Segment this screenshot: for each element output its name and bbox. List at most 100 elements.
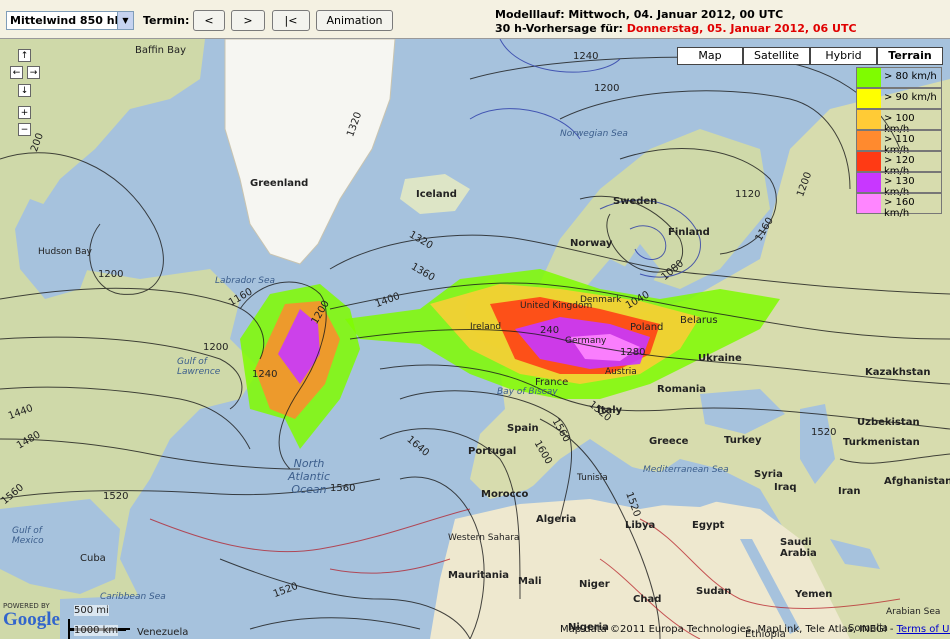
forecast-prefix: 30 h-Vorhersage für: bbox=[495, 22, 623, 35]
place-label: Tunisia bbox=[577, 473, 608, 483]
map-type-terrain[interactable]: Terrain bbox=[877, 47, 943, 65]
legend-row: > 90 km/h bbox=[856, 88, 942, 109]
legend-swatch bbox=[857, 194, 881, 213]
level-select[interactable]: Mittelwind 850 hPa ▼ bbox=[6, 11, 134, 30]
place-label: Chad bbox=[633, 594, 662, 605]
first-button[interactable]: |< bbox=[272, 10, 310, 31]
map-type-hybrid[interactable]: Hybrid bbox=[810, 47, 877, 65]
pan-down-button[interactable]: ↓ bbox=[18, 84, 31, 97]
forecast-date: Donnerstag, 05. Januar 2012, 06 UTC bbox=[626, 22, 857, 35]
place-label: Spain bbox=[507, 423, 539, 434]
next-button[interactable]: > bbox=[231, 10, 265, 31]
legend-swatch bbox=[857, 131, 881, 150]
place-label: Poland bbox=[630, 322, 664, 333]
legend-swatch bbox=[857, 110, 881, 129]
place-label: Ireland bbox=[470, 322, 502, 332]
place-label: Ukraine bbox=[698, 353, 742, 364]
level-select-value: Mittelwind 850 hPa bbox=[10, 14, 130, 27]
prev-button[interactable]: < bbox=[193, 10, 225, 31]
place-label: Western Sahara bbox=[448, 533, 520, 543]
place-label: Mediterranean Sea bbox=[643, 465, 729, 475]
place-label: Venezuela bbox=[137, 627, 189, 638]
attribution: Map data ©2011 Europa Technologies, MapL… bbox=[560, 624, 950, 635]
legend-row: > 110 km/h bbox=[856, 130, 942, 156]
model-run-label: Modelllauf: Mittwoch, 04. Januar 2012, 0… bbox=[495, 8, 784, 21]
place-label: Baffin Bay bbox=[135, 45, 187, 56]
place-label: Saudi Arabia bbox=[780, 537, 817, 559]
place-label: Uzbekistan bbox=[857, 417, 920, 428]
place-label: Norway bbox=[570, 238, 613, 249]
termin-label: Termin: bbox=[143, 14, 190, 27]
place-label: Arabian Sea bbox=[886, 607, 941, 617]
place-label: Mauritania bbox=[448, 570, 510, 581]
place-label: Syria bbox=[754, 469, 783, 480]
legend-row: > 80 km/h bbox=[856, 67, 942, 88]
place-label: Norwegian Sea bbox=[560, 129, 628, 139]
legend-row: > 160 km/h bbox=[856, 193, 942, 219]
map-type-map[interactable]: Map bbox=[677, 47, 743, 65]
place-label: Belarus bbox=[680, 315, 718, 326]
place-label: Sudan bbox=[696, 586, 732, 597]
place-label: Morocco bbox=[481, 489, 529, 500]
weather-map[interactable]: 1240 1200 1320 1120 1160 1200 1200 1320 … bbox=[0, 39, 950, 639]
isoline-label: 240 bbox=[540, 325, 560, 336]
place-label: Caribbean Sea bbox=[100, 592, 166, 602]
attribution-text: Map data ©2011 Europa Technologies, MapL… bbox=[560, 624, 894, 635]
place-label: Romania bbox=[657, 384, 707, 395]
place-label: Gulf of Mexico bbox=[12, 526, 44, 546]
pan-right-button[interactable]: → bbox=[27, 66, 40, 79]
legend-row: > 120 km/h bbox=[856, 151, 942, 177]
isoline-label: 1200 bbox=[98, 269, 124, 280]
chevron-down-icon[interactable]: ▼ bbox=[117, 12, 133, 29]
place-label: Algeria bbox=[536, 514, 577, 525]
legend-label: > 160 km/h bbox=[884, 197, 915, 219]
place-label: Portugal bbox=[468, 446, 517, 457]
pan-up-button[interactable]: ↑ bbox=[18, 49, 31, 62]
pan-left-button[interactable]: ← bbox=[10, 66, 23, 79]
terms-link[interactable]: Terms of Use bbox=[897, 624, 950, 635]
scale-label-km: 1000 km bbox=[74, 625, 119, 636]
legend-row: > 100 km/h bbox=[856, 109, 942, 135]
legend-swatch bbox=[857, 68, 881, 87]
place-label: Cuba bbox=[80, 553, 106, 564]
map-type-satellite[interactable]: Satellite bbox=[743, 47, 810, 65]
place-label: Austria bbox=[605, 367, 637, 377]
place-label: Iceland bbox=[416, 189, 457, 200]
zoom-out-button[interactable]: − bbox=[18, 123, 31, 136]
forecast-line: 30 h-Vorhersage für: Donnerstag, 05. Jan… bbox=[495, 22, 857, 35]
greenland-land bbox=[224, 39, 396, 265]
isoline-label: 1240 bbox=[573, 51, 599, 62]
place-label: Italy bbox=[597, 405, 623, 416]
place-label: Gulf of Lawrence bbox=[177, 357, 221, 377]
place-label: Afghanistan bbox=[884, 476, 950, 487]
toolbar: Mittelwind 850 hPa ▼ Termin: < > |< Anim… bbox=[0, 0, 950, 39]
legend-label: > 80 km/h bbox=[884, 71, 937, 82]
isoline-label: 1240 bbox=[252, 369, 278, 380]
google-logo[interactable]: Google bbox=[3, 609, 60, 631]
animation-button[interactable]: Animation bbox=[316, 10, 393, 31]
isoline-label: 1520 bbox=[811, 427, 837, 438]
place-label: Kazakhstan bbox=[865, 367, 931, 378]
place-label: Yemen bbox=[795, 589, 833, 600]
place-label: Labrador Sea bbox=[215, 276, 276, 286]
place-label: Sweden bbox=[613, 196, 658, 207]
place-label: Hudson Bay bbox=[38, 247, 92, 257]
place-label: Egypt bbox=[692, 520, 725, 531]
place-label: Niger bbox=[579, 579, 610, 590]
place-label: Bay of Biscay bbox=[497, 387, 558, 397]
legend-swatch bbox=[857, 152, 881, 171]
place-label: North Atlantic Ocean bbox=[287, 457, 331, 496]
place-label: Turkmenistan bbox=[843, 437, 920, 448]
place-label: Mali bbox=[518, 576, 542, 587]
legend-label: > 90 km/h bbox=[884, 92, 937, 103]
scale-label-mi: 500 mi bbox=[74, 605, 109, 616]
place-label: Finland bbox=[668, 227, 710, 238]
place-label: Turkey bbox=[724, 435, 762, 446]
place-label: Iran bbox=[838, 486, 861, 497]
wind-legend: > 80 km/h > 90 km/h > 100 km/h > 110 km/… bbox=[856, 67, 942, 219]
place-label: Greece bbox=[649, 436, 689, 447]
zoom-in-button[interactable]: + bbox=[18, 106, 31, 119]
place-label: Germany bbox=[565, 336, 607, 346]
place-label: Greenland bbox=[250, 178, 309, 189]
place-label: Iraq bbox=[774, 482, 797, 493]
